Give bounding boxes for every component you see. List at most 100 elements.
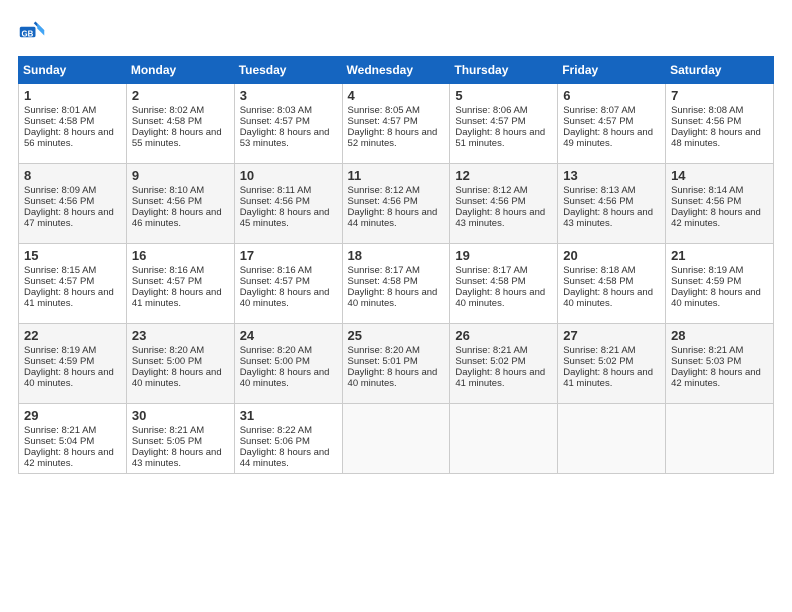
sunrise-text: Sunrise: 8:12 AM [455, 185, 527, 196]
page-container: GB SundayMondayTuesdayWednesdayThursdayF… [0, 0, 792, 484]
day-number: 8 [24, 168, 122, 183]
day-number: 5 [455, 88, 553, 103]
day-number: 22 [24, 328, 122, 343]
sunrise-text: Sunrise: 8:16 AM [240, 265, 312, 276]
calendar-cell: 19Sunrise: 8:17 AMSunset: 4:58 PMDayligh… [450, 244, 558, 324]
daylight-text: Daylight: 8 hours and 56 minutes. [24, 127, 114, 149]
sunset-text: Sunset: 5:05 PM [132, 436, 202, 447]
day-number: 26 [455, 328, 553, 343]
daylight-text: Daylight: 8 hours and 41 minutes. [455, 367, 545, 389]
day-header-monday: Monday [126, 57, 234, 84]
calendar-cell: 14Sunrise: 8:14 AMSunset: 4:56 PMDayligh… [666, 164, 774, 244]
sunset-text: Sunset: 4:58 PM [563, 276, 633, 287]
sunset-text: Sunset: 4:59 PM [671, 276, 741, 287]
day-number: 13 [563, 168, 661, 183]
daylight-text: Daylight: 8 hours and 40 minutes. [455, 287, 545, 309]
daylight-text: Daylight: 8 hours and 43 minutes. [563, 207, 653, 229]
daylight-text: Daylight: 8 hours and 40 minutes. [132, 367, 222, 389]
calendar-cell: 9Sunrise: 8:10 AMSunset: 4:56 PMDaylight… [126, 164, 234, 244]
calendar-cell: 6Sunrise: 8:07 AMSunset: 4:57 PMDaylight… [558, 84, 666, 164]
sunset-text: Sunset: 4:56 PM [455, 196, 525, 207]
calendar-cell: 2Sunrise: 8:02 AMSunset: 4:58 PMDaylight… [126, 84, 234, 164]
day-number: 4 [348, 88, 446, 103]
day-number: 7 [671, 88, 769, 103]
daylight-text: Daylight: 8 hours and 45 minutes. [240, 207, 330, 229]
sunset-text: Sunset: 4:57 PM [240, 116, 310, 127]
daylight-text: Daylight: 8 hours and 47 minutes. [24, 207, 114, 229]
sunrise-text: Sunrise: 8:18 AM [563, 265, 635, 276]
day-number: 16 [132, 248, 230, 263]
sunrise-text: Sunrise: 8:19 AM [24, 345, 96, 356]
calendar-cell: 21Sunrise: 8:19 AMSunset: 4:59 PMDayligh… [666, 244, 774, 324]
day-header-tuesday: Tuesday [234, 57, 342, 84]
daylight-text: Daylight: 8 hours and 51 minutes. [455, 127, 545, 149]
logo-icon: GB [18, 18, 46, 46]
calendar-cell [558, 404, 666, 474]
sunrise-text: Sunrise: 8:12 AM [348, 185, 420, 196]
day-number: 24 [240, 328, 338, 343]
header: GB [18, 18, 774, 46]
sunrise-text: Sunrise: 8:20 AM [240, 345, 312, 356]
sunrise-text: Sunrise: 8:05 AM [348, 105, 420, 116]
sunset-text: Sunset: 4:56 PM [24, 196, 94, 207]
sunset-text: Sunset: 4:57 PM [132, 276, 202, 287]
daylight-text: Daylight: 8 hours and 40 minutes. [240, 367, 330, 389]
sunset-text: Sunset: 5:01 PM [348, 356, 418, 367]
day-number: 1 [24, 88, 122, 103]
day-number: 20 [563, 248, 661, 263]
sunrise-text: Sunrise: 8:20 AM [348, 345, 420, 356]
day-header-sunday: Sunday [19, 57, 127, 84]
sunrise-text: Sunrise: 8:10 AM [132, 185, 204, 196]
daylight-text: Daylight: 8 hours and 40 minutes. [671, 287, 761, 309]
sunrise-text: Sunrise: 8:21 AM [24, 425, 96, 436]
sunset-text: Sunset: 5:03 PM [671, 356, 741, 367]
day-number: 25 [348, 328, 446, 343]
day-number: 15 [24, 248, 122, 263]
day-number: 12 [455, 168, 553, 183]
sunrise-text: Sunrise: 8:03 AM [240, 105, 312, 116]
daylight-text: Daylight: 8 hours and 42 minutes. [671, 207, 761, 229]
day-number: 31 [240, 408, 338, 423]
daylight-text: Daylight: 8 hours and 41 minutes. [24, 287, 114, 309]
sunrise-text: Sunrise: 8:11 AM [240, 185, 312, 196]
daylight-text: Daylight: 8 hours and 41 minutes. [563, 367, 653, 389]
calendar-cell: 28Sunrise: 8:21 AMSunset: 5:03 PMDayligh… [666, 324, 774, 404]
sunrise-text: Sunrise: 8:08 AM [671, 105, 743, 116]
calendar-cell [450, 404, 558, 474]
sunset-text: Sunset: 5:02 PM [455, 356, 525, 367]
daylight-text: Daylight: 8 hours and 40 minutes. [348, 287, 438, 309]
day-number: 27 [563, 328, 661, 343]
sunrise-text: Sunrise: 8:17 AM [455, 265, 527, 276]
sunset-text: Sunset: 4:58 PM [348, 276, 418, 287]
sunset-text: Sunset: 5:00 PM [240, 356, 310, 367]
day-number: 30 [132, 408, 230, 423]
sunrise-text: Sunrise: 8:21 AM [671, 345, 743, 356]
calendar-cell: 31Sunrise: 8:22 AMSunset: 5:06 PMDayligh… [234, 404, 342, 474]
daylight-text: Daylight: 8 hours and 40 minutes. [348, 367, 438, 389]
calendar-cell: 24 Sunrise: 8:20 AMSunset: 5:00 PMDayligh… [234, 324, 342, 404]
sunrise-text: Sunrise: 8:21 AM [455, 345, 527, 356]
sunrise-text: Sunrise: 8:20 AM [132, 345, 204, 356]
sunset-text: Sunset: 5:02 PM [563, 356, 633, 367]
sunrise-text: Sunrise: 8:09 AM [24, 185, 96, 196]
daylight-text: Daylight: 8 hours and 49 minutes. [563, 127, 653, 149]
calendar-cell: 7Sunrise: 8:08 AMSunset: 4:56 PMDaylight… [666, 84, 774, 164]
sunrise-text: Sunrise: 8:17 AM [348, 265, 420, 276]
calendar-cell: 16Sunrise: 8:16 AMSunset: 4:57 PMDayligh… [126, 244, 234, 324]
sunset-text: Sunset: 4:59 PM [24, 356, 94, 367]
calendar-cell: 11Sunrise: 8:12 AMSunset: 4:56 PMDayligh… [342, 164, 450, 244]
daylight-text: Daylight: 8 hours and 44 minutes. [240, 447, 330, 469]
day-number: 17 [240, 248, 338, 263]
calendar-cell: 23Sunrise: 8:20 AMSunset: 5:00 PMDayligh… [126, 324, 234, 404]
sunset-text: Sunset: 5:06 PM [240, 436, 310, 447]
daylight-text: Daylight: 8 hours and 52 minutes. [348, 127, 438, 149]
calendar-cell: 13Sunrise: 8:13 AMSunset: 4:56 PMDayligh… [558, 164, 666, 244]
sunset-text: Sunset: 4:58 PM [132, 116, 202, 127]
daylight-text: Daylight: 8 hours and 42 minutes. [671, 367, 761, 389]
days-header-row: SundayMondayTuesdayWednesdayThursdayFrid… [19, 57, 774, 84]
sunset-text: Sunset: 4:57 PM [240, 276, 310, 287]
calendar-cell: 22Sunrise: 8:19 AMSunset: 4:59 PMDayligh… [19, 324, 127, 404]
sunset-text: Sunset: 4:57 PM [563, 116, 633, 127]
day-number: 11 [348, 168, 446, 183]
calendar-cell: 17Sunrise: 8:16 AMSunset: 4:57 PMDayligh… [234, 244, 342, 324]
